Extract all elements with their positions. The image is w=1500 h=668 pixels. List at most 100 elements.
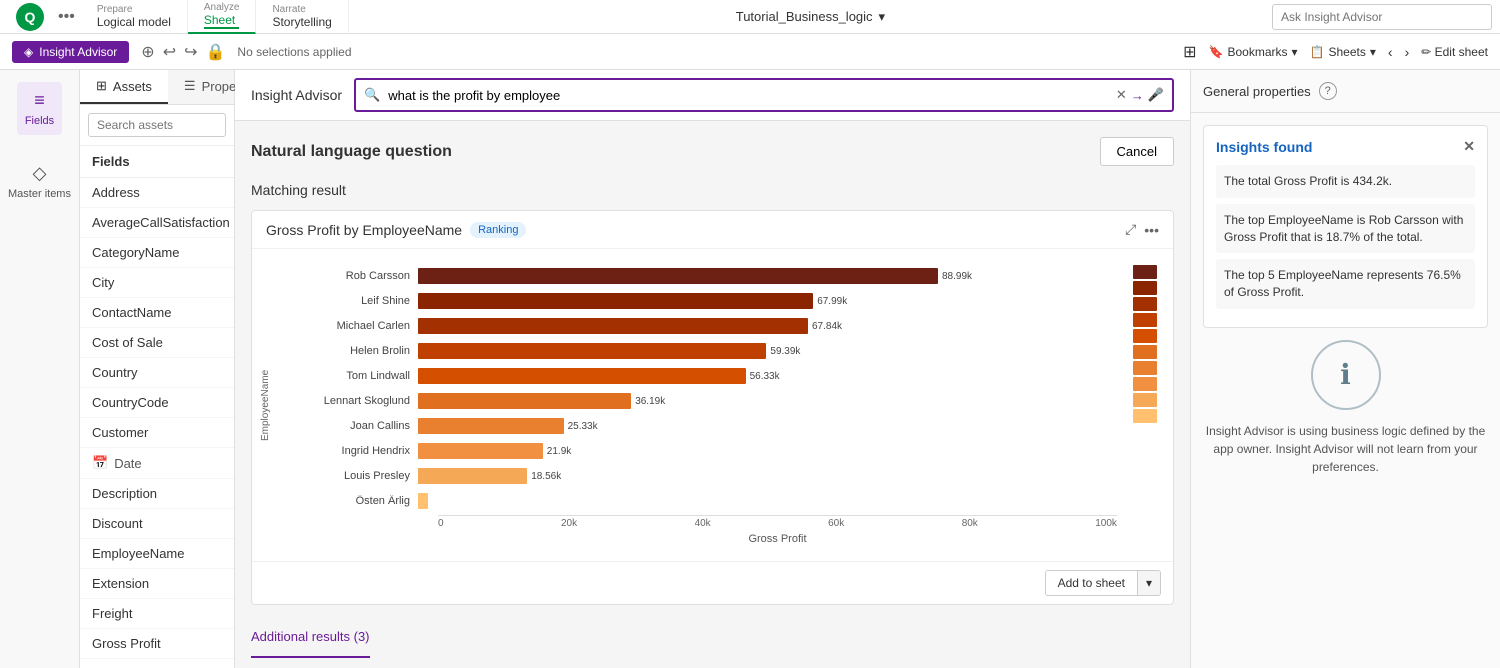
smart-search-icon[interactable]: ⊕ — [141, 42, 154, 62]
field-item-employee[interactable]: EmployeeName — [80, 539, 234, 569]
bar-value: 67.99k — [817, 296, 847, 307]
master-items-icon: ◇ — [33, 163, 47, 184]
sheets-button[interactable]: 📋 Sheets ▾ — [1310, 45, 1376, 59]
nav-next-icon[interactable]: › — [1405, 44, 1410, 60]
field-item-date[interactable]: 📅Date — [80, 448, 234, 479]
help-icon[interactable]: ? — [1319, 82, 1337, 100]
field-item-discount[interactable]: Discount — [80, 509, 234, 539]
bar-label: Michael Carlen — [288, 320, 418, 332]
nav-analyze-label: Analyze — [204, 3, 240, 13]
matching-result-label: Matching result — [251, 182, 1174, 198]
ask-advisor-input[interactable] — [1272, 4, 1492, 30]
nav-analyze[interactable]: Analyze Sheet — [188, 0, 257, 34]
nav-dots-menu[interactable]: ••• — [52, 8, 81, 26]
pencil-icon[interactable]: ✏ Edit sheet — [1421, 45, 1488, 59]
ia-search-input[interactable] — [388, 88, 1108, 103]
insight-advisor-button[interactable]: ◈ Insight Advisor — [12, 41, 129, 63]
x-tick: 0 — [438, 518, 444, 529]
cancel-button[interactable]: Cancel — [1100, 137, 1174, 166]
search-input[interactable] — [88, 113, 226, 137]
field-item-customer[interactable]: Customer — [80, 418, 234, 448]
bookmarks-button[interactable]: 🔖 Bookmarks ▾ — [1209, 45, 1298, 59]
chart-card-main: Gross Profit by EmployeeName Ranking ⤢ •… — [251, 210, 1174, 605]
right-panel-content: Insights found ✕ The total Gross Profit … — [1191, 113, 1500, 668]
insights-title: Insights found ✕ — [1216, 138, 1475, 155]
ia-btn-label: Insight Advisor — [39, 45, 117, 59]
mic-icon[interactable]: 🎤 — [1148, 87, 1164, 103]
fields-search — [80, 105, 234, 146]
more-icon[interactable]: ••• — [1144, 222, 1159, 238]
bar-value: 25.33k — [568, 421, 598, 432]
clear-icon[interactable]: ✕ — [1116, 87, 1127, 103]
nav-prepare[interactable]: Prepare Logical model — [81, 0, 188, 34]
expand-icon[interactable]: ⤢ — [1125, 221, 1136, 238]
bar-container: 67.84k — [418, 318, 1117, 334]
nav-right — [1272, 4, 1492, 30]
bar-fill — [418, 493, 428, 509]
insight-item-2: The top 5 EmployeeName represents 76.5% … — [1216, 259, 1475, 309]
bar-fill — [418, 318, 808, 334]
field-item-country-code[interactable]: CountryCode — [80, 388, 234, 418]
nav-narrate-value: Storytelling — [272, 15, 331, 29]
field-item-category[interactable]: CategoryName — [80, 238, 234, 268]
bar-label: Helen Brolin — [288, 345, 418, 357]
nav-narrate-label: Narrate — [272, 5, 331, 15]
master-items-label: Master items — [8, 188, 71, 200]
nav-narrate[interactable]: Narrate Storytelling — [256, 0, 348, 34]
fields-label: Fields — [25, 115, 54, 127]
field-item-cost-of-sale[interactable]: Cost of Sale — [80, 328, 234, 358]
field-item-city[interactable]: City — [80, 268, 234, 298]
submit-icon[interactable]: → — [1131, 88, 1144, 103]
nav-prev-icon[interactable]: ‹ — [1388, 44, 1393, 60]
general-props-label: General properties — [1203, 84, 1311, 99]
add-to-sheet-arrow[interactable]: ▾ — [1137, 571, 1160, 595]
field-item-address[interactable]: Address — [80, 178, 234, 208]
x-tick: 80k — [962, 518, 978, 529]
sidebar-item-master-items[interactable]: ◇ Master items — [0, 155, 79, 208]
bar-container: 59.39k — [418, 343, 1117, 359]
nl-area: Natural language question Cancel Matchin… — [235, 121, 1190, 668]
ia-info-text: Insight Advisor is using business logic … — [1203, 422, 1488, 476]
chart-header: Gross Profit by EmployeeName Ranking ⤢ •… — [252, 211, 1173, 249]
legend-bar — [1133, 409, 1157, 423]
nav-prepare-value: Logical model — [97, 15, 171, 29]
field-item-country[interactable]: Country — [80, 358, 234, 388]
qlik-logo[interactable]: Q — [8, 3, 52, 31]
field-item-avg-call[interactable]: AverageCallSatisfaction — [80, 208, 234, 238]
fields-icon: ≡ — [34, 90, 45, 111]
ia-search-box[interactable]: 🔍 ✕ → 🎤 — [354, 78, 1174, 112]
field-item-freight[interactable]: Freight — [80, 599, 234, 629]
ia-info-box: ℹ Insight Advisor is using business logi… — [1203, 340, 1488, 476]
ia-bar-label: Insight Advisor — [251, 87, 342, 103]
bar-row: Rob Carsson88.99k — [288, 265, 1117, 287]
main-area: ≡ Fields ◇ Master items ⊞ Assets ☰ Prope… — [0, 70, 1500, 668]
sidebar-item-fields[interactable]: ≡ Fields — [17, 82, 62, 135]
grid-icon[interactable]: ⊞ — [1183, 42, 1196, 62]
legend-bar — [1133, 329, 1157, 343]
additional-header: Additional results (3) — [251, 621, 370, 658]
right-panel: General properties ? Insights found ✕ Th… — [1190, 70, 1500, 668]
insights-close-icon[interactable]: ✕ — [1463, 138, 1475, 155]
bar-container: 25.33k — [418, 418, 1117, 434]
bar-value: 88.99k — [942, 271, 972, 282]
title-chevron[interactable]: ▾ — [879, 9, 886, 25]
bar-fill — [418, 468, 527, 484]
field-item-contact[interactable]: ContactName — [80, 298, 234, 328]
bar-fill — [418, 293, 813, 309]
redo-icon[interactable]: ↪ — [184, 42, 197, 62]
add-to-sheet-button[interactable]: Add to sheet ▾ — [1045, 570, 1161, 596]
field-item-extension[interactable]: Extension — [80, 569, 234, 599]
x-tick: 40k — [695, 518, 711, 529]
field-item-gross-profit[interactable]: Gross Profit — [80, 629, 234, 659]
bar-row: Louis Presley18.56k — [288, 465, 1117, 487]
undo-icon[interactable]: ↩ — [163, 42, 176, 62]
lock-icon[interactable]: 🔒 — [206, 42, 226, 62]
bar-container: 36.19k — [418, 393, 1117, 409]
legend-bar — [1133, 313, 1157, 327]
bar-row: Lennart Skoglund36.19k — [288, 390, 1117, 412]
content-area: Insight Advisor 🔍 ✕ → 🎤 Natural language… — [235, 70, 1190, 668]
tab-assets[interactable]: ⊞ Assets — [80, 70, 168, 104]
bar-container: 56.33k — [418, 368, 1117, 384]
legend-bar — [1133, 265, 1157, 279]
field-item-description[interactable]: Description — [80, 479, 234, 509]
